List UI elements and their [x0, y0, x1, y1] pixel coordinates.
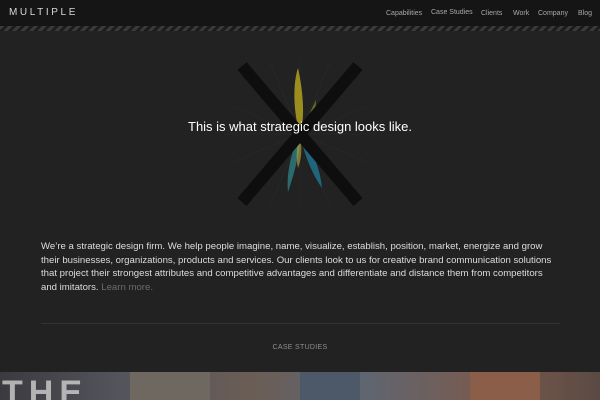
nav-company[interactable]: Company — [538, 8, 568, 19]
intro-paragraph: We’re a strategic design firm. We help p… — [41, 240, 561, 294]
nav-work[interactable]: Work — [513, 8, 529, 19]
site-logo[interactable]: MULTIPLE — [9, 7, 78, 18]
case-studies-heading[interactable]: CASE STUDIES — [0, 344, 600, 351]
hero-tagline: This is what strategic design looks like… — [188, 119, 412, 134]
nav-clients[interactable]: Clients — [481, 8, 502, 19]
section-divider — [41, 323, 560, 324]
learn-more-link[interactable]: Learn more. — [101, 282, 153, 293]
nav-capabilities[interactable]: Capabilities — [386, 8, 422, 19]
building-photo-segment — [470, 372, 540, 400]
top-bar: MULTIPLE Capabilities Case Studies Clien… — [0, 0, 600, 26]
header-hatch-stripe — [0, 26, 600, 31]
building-photo-segment — [130, 372, 210, 400]
case-study-image-letters: THE — [2, 374, 88, 400]
nav-blog[interactable]: Blog — [578, 8, 592, 19]
nav-case-studies[interactable]: Case Studies — [431, 0, 473, 26]
case-study-image-strip[interactable]: THE — [0, 372, 600, 400]
x-starburst-icon — [224, 58, 376, 210]
building-photo-segment — [300, 372, 360, 400]
